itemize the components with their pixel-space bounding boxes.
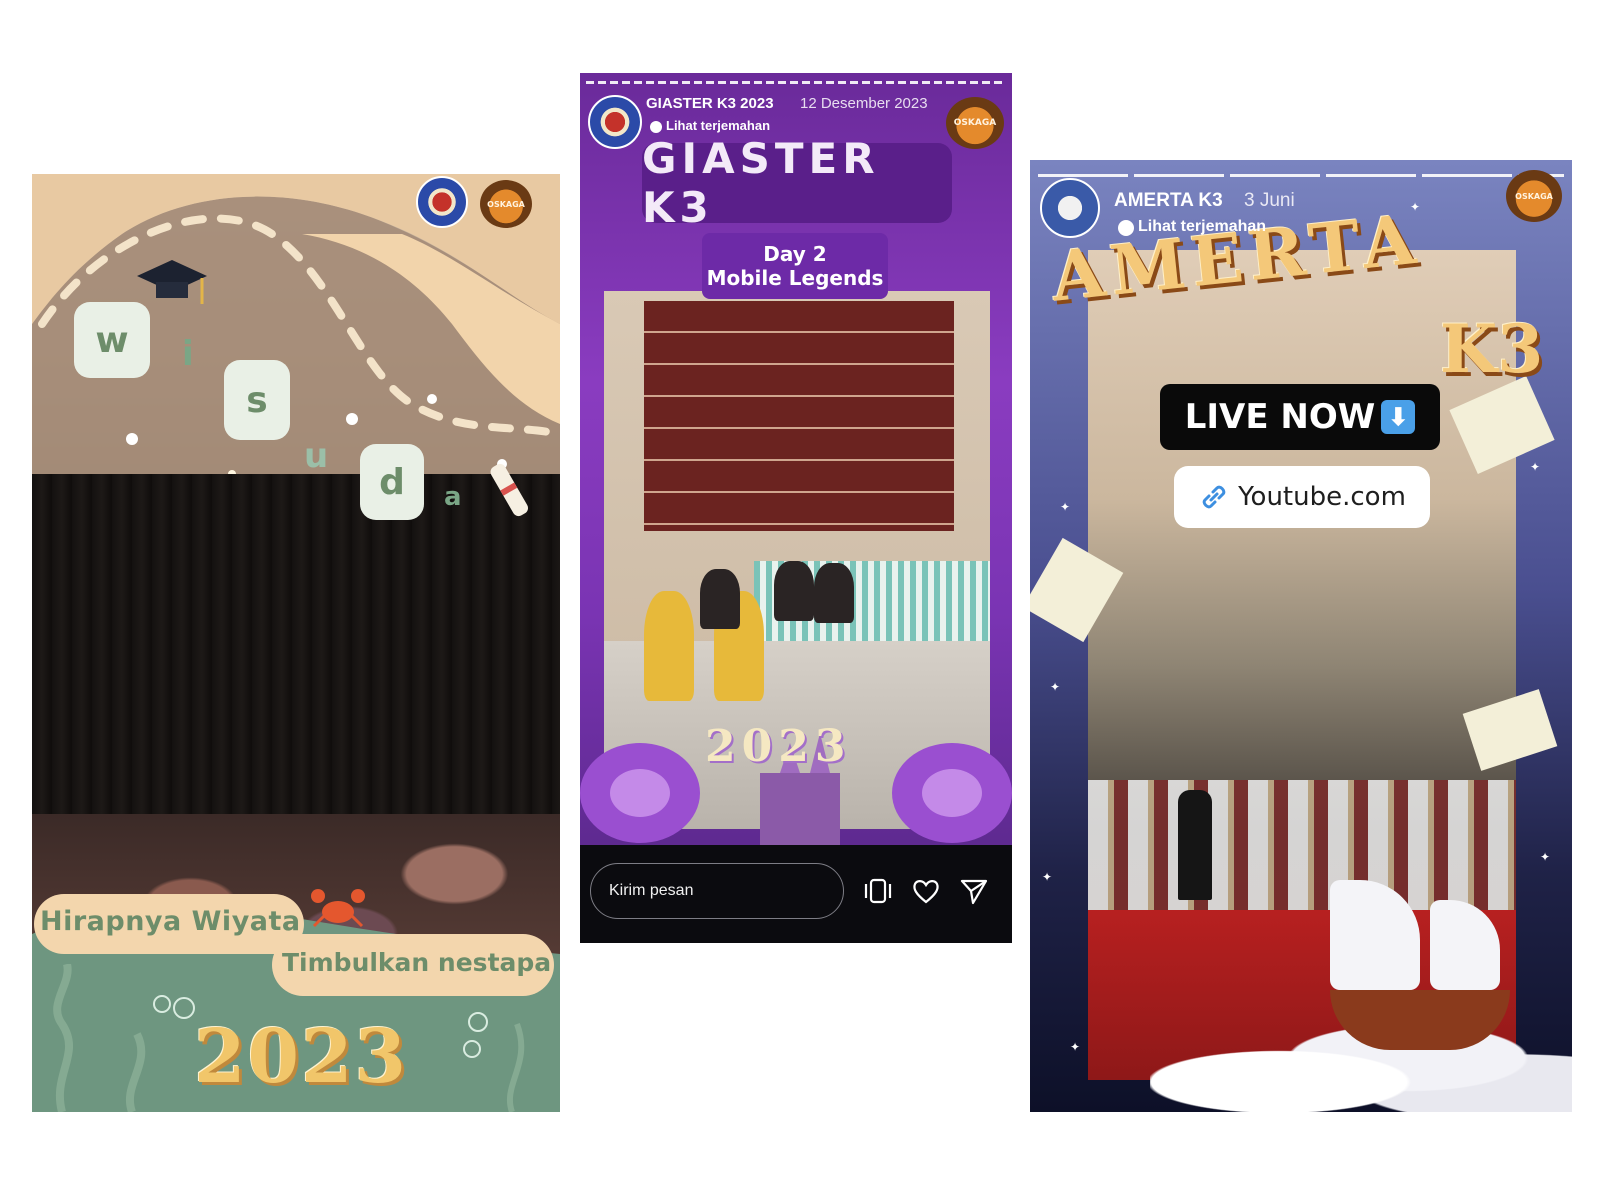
event-title: GIASTER K3 (642, 134, 880, 232)
title-banner: GIASTER K3 (642, 134, 952, 232)
caption-line-2: Timbulkan nestapa (282, 948, 552, 977)
live-now-sticker: LIVE NOW ⬇ (1160, 384, 1440, 450)
giaster-story[interactable]: GIASTER K3 Day 2 Mobile Legends 2023 GIA… (580, 73, 1012, 943)
star-icon: ✦ (1060, 500, 1071, 514)
story-date: 3 Juni (1244, 190, 1295, 211)
star-icon: ✦ (1540, 850, 1551, 864)
day-badge: Day 2 Mobile Legends (702, 233, 888, 299)
committee-1 (774, 561, 814, 621)
youtube-link-sticker[interactable]: Youtube.com (1174, 466, 1430, 528)
story-date: 12 Desember 2023 (800, 95, 928, 112)
committee-2 (814, 563, 854, 623)
amerta-story[interactable]: ✦ ✦ ✦ ✦ ✦ ✦ ✦ ✦ AMERTA K3 LIVE NOW ⬇ You… (1030, 160, 1572, 1112)
school-logo (416, 176, 468, 228)
audience-seats (1088, 780, 1516, 910)
star-icon: ✦ (1042, 870, 1053, 884)
story-progress-bar (586, 81, 1006, 84)
maroon-wall (644, 301, 954, 531)
letter-tile-w: w (74, 302, 150, 378)
translate-icon (1118, 220, 1134, 236)
game-label: Mobile Legends (706, 266, 884, 290)
year-2023: 2023 (705, 721, 852, 772)
oskaga-logo: OSKAGA (480, 180, 532, 228)
reply-bar: Kirim pesan (580, 845, 1012, 943)
wisuda-story[interactable]: w i s u d a OSKAGA Hirapnya Wiyata Timbu… (32, 174, 560, 1112)
oskaga-logo: OSKAGA (1506, 170, 1562, 222)
repost-icon[interactable] (862, 875, 894, 907)
live-now-label: LIVE NOW (1184, 397, 1376, 437)
link-label: Youtube.com (1238, 482, 1406, 512)
heart-icon[interactable] (910, 875, 942, 907)
year-2023: 2023 (194, 1014, 408, 1100)
story-username[interactable]: GIASTER K3 2023 (646, 95, 774, 112)
day-label: Day 2 (763, 242, 827, 266)
oskaga-logo: OSKAGA (946, 97, 1004, 149)
link-icon (1202, 485, 1226, 509)
arrow-down-icon: ⬇ (1381, 400, 1416, 434)
story-progress-bar (1038, 174, 1564, 177)
diploma-icon (490, 463, 528, 517)
committee-3 (700, 569, 740, 629)
crab-icon (311, 889, 365, 928)
letter-tile-d: d (360, 444, 424, 520)
translate-link[interactable]: Lihat terjemahan (666, 118, 770, 133)
caption-line-1: Hirapnya Wiyata (40, 906, 301, 937)
send-icon[interactable] (958, 875, 990, 907)
story-username[interactable]: AMERTA K3 (1114, 190, 1223, 212)
speaker-person (1178, 790, 1212, 900)
message-input[interactable]: Kirim pesan (590, 863, 844, 919)
message-placeholder: Kirim pesan (609, 882, 694, 899)
amerta-avatar[interactable] (1040, 178, 1100, 238)
translate-icon (650, 121, 662, 133)
letter-tile-s: s (224, 360, 290, 440)
giaster-avatar[interactable] (588, 95, 642, 149)
star-icon: ✦ (1530, 460, 1541, 474)
star-icon: ✦ (1050, 680, 1061, 694)
letter-i: i (182, 334, 194, 374)
letter-u: u (304, 436, 329, 476)
star-icon: ✦ (1070, 1040, 1081, 1054)
event-title-suffix: K3 (1440, 310, 1544, 388)
letter-a: a (444, 482, 462, 512)
translate-link[interactable]: Lihat terjemahan (1138, 218, 1266, 236)
